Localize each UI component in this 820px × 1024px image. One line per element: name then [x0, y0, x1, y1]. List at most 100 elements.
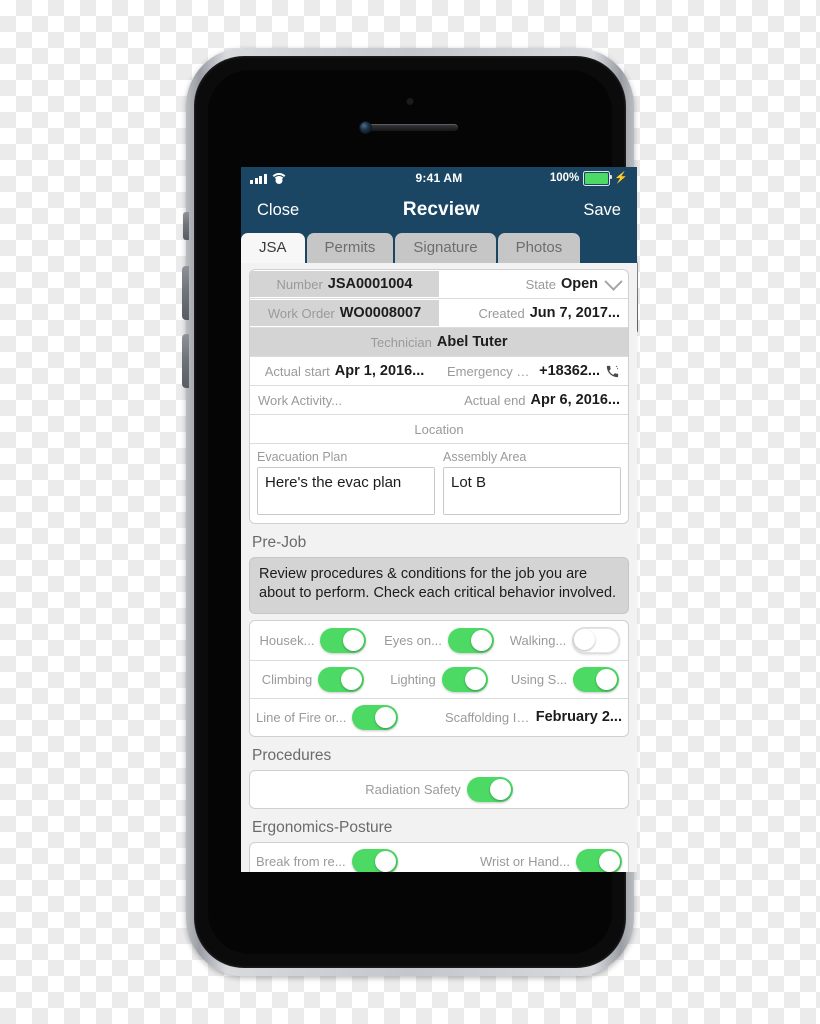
toggle-walking[interactable]: Walking... [502, 621, 628, 660]
save-button[interactable]: Save [583, 201, 621, 220]
assembly-area-input[interactable]: Lot B [443, 467, 621, 515]
table-row: Housek... Eyes on... Walking... [250, 621, 628, 661]
field-actual-end[interactable]: Actual end Apr 6, 2016... [439, 387, 628, 413]
row-evacuation-assembly: Evacuation Plan Here's the evac plan Ass… [250, 444, 628, 523]
field-assembly-area-label: Assembly Area [443, 450, 527, 464]
phone-screen: 9:41 AM 100% ⚡ Close Recview Save JSA Pe… [241, 167, 637, 872]
toggle-eyes-on-label: Eyes on... [384, 632, 442, 648]
field-created-label: Created [478, 305, 525, 321]
phone-device-frame: 9:41 AM 100% ⚡ Close Recview Save JSA Pe… [182, 48, 638, 976]
toggle-housekeeping-label: Housek... [259, 632, 315, 648]
row-start-emergency: Actual start Apr 1, 2016... Emergency P.… [250, 357, 628, 386]
tab-permits[interactable]: Permits [306, 233, 394, 263]
field-emergency-phone-value: +18362... [539, 363, 600, 379]
toggle-eyes-on-switch[interactable] [447, 627, 494, 653]
toggle-line-of-fire[interactable]: Line of Fire or... [250, 699, 439, 736]
table-row: Break from re... Wrist or Hand... [250, 843, 628, 872]
toggle-lighting[interactable]: Lighting [376, 661, 502, 698]
evacuation-plan-input[interactable]: Here's the evac plan [257, 467, 435, 515]
toggle-housekeeping[interactable]: Housek... [250, 622, 376, 659]
toggle-radiation-safety-label: Radiation Safety [365, 781, 461, 797]
toggle-housekeeping-switch[interactable] [320, 627, 367, 653]
tab-photos[interactable]: Photos [497, 233, 581, 263]
row-technician[interactable]: Technician Abel Tuter [250, 328, 628, 357]
field-assembly-area: Assembly Area Lot B [443, 450, 621, 515]
toggle-radiation-safety-switch[interactable] [466, 776, 513, 802]
table-row: Climbing Lighting Using S... [250, 661, 628, 699]
phone-call-icon[interactable] [605, 364, 620, 379]
field-scaffolding-inspection[interactable]: Scaffolding In... February 2... [439, 703, 628, 731]
section-title-prejob: Pre-Job [252, 534, 307, 551]
field-actual-start[interactable]: Actual start Apr 1, 2016... [250, 358, 439, 384]
field-emergency-phone[interactable]: Emergency P... +18362... [439, 358, 628, 384]
front-camera-icon [360, 122, 371, 133]
tab-jsa[interactable]: JSA [241, 233, 305, 263]
toggle-line-of-fire-switch[interactable] [352, 704, 399, 730]
toggle-lighting-switch[interactable] [441, 666, 488, 692]
field-technician[interactable]: Technician Abel Tuter [250, 329, 628, 355]
volume-up-button[interactable] [182, 266, 189, 320]
toggle-wrist-or-hand-switch[interactable] [576, 848, 622, 872]
field-work-activity[interactable]: Work Activity... [250, 388, 439, 413]
field-technician-value: Abel Tuter [436, 334, 508, 350]
field-work-order[interactable]: Work Order WO0008007 [250, 300, 439, 326]
proximity-sensor-icon [406, 98, 414, 105]
procedures-card: Radiation Safety [249, 769, 629, 809]
row-location[interactable]: Location [250, 415, 628, 444]
field-actual-end-label: Actual end [464, 392, 526, 408]
row-number-state: Number JSA0001004 State Open [250, 270, 628, 299]
toggle-break-from-repetition[interactable]: Break from re... [250, 843, 439, 872]
field-number-label: Number [276, 276, 323, 292]
navigation-bar: Close Recview Save [241, 189, 637, 231]
close-button[interactable]: Close [257, 201, 299, 220]
field-state-value: Open [560, 276, 598, 292]
toggle-climbing-switch[interactable] [318, 666, 365, 692]
field-number[interactable]: Number JSA0001004 [250, 271, 439, 297]
toggle-radiation-safety[interactable]: Radiation Safety [250, 771, 628, 808]
field-evacuation-plan: Evacuation Plan Here's the evac plan [257, 450, 435, 515]
field-actual-start-label: Actual start [264, 363, 330, 379]
toggle-break-from-repetition-label: Break from re... [256, 853, 346, 869]
toggle-eyes-on[interactable]: Eyes on... [376, 622, 502, 659]
field-scaffolding-inspection-value: February 2... [535, 709, 622, 726]
tab-signature[interactable]: Signature [395, 233, 496, 263]
field-actual-start-value: Apr 1, 2016... [334, 363, 425, 379]
field-scaffolding-inspection-label: Scaffolding In... [445, 709, 530, 725]
field-state[interactable]: State Open [439, 271, 628, 297]
field-location-label: Location [414, 421, 464, 437]
toggle-using-s-label: Using S... [510, 671, 568, 687]
field-work-order-value: WO0008007 [339, 305, 422, 321]
status-bar-clock: 9:41 AM [415, 171, 463, 185]
field-location[interactable]: Location [250, 417, 628, 442]
field-emergency-phone-label: Emergency P... [447, 363, 535, 379]
form-body: Number JSA0001004 State Open Work Order … [241, 263, 637, 872]
earpiece-speaker-icon [362, 124, 458, 131]
toggle-using-s[interactable]: Using S... [502, 661, 628, 698]
toggle-wrist-or-hand-label: Wrist or Hand... [479, 853, 570, 869]
toggle-using-s-switch[interactable] [573, 666, 620, 692]
table-row: Radiation Safety [250, 771, 628, 808]
toggle-walking-switch[interactable] [572, 626, 621, 654]
toggle-break-from-repetition-switch[interactable] [351, 848, 398, 872]
section-title-procedures: Procedures [252, 746, 332, 764]
volume-down-button[interactable] [182, 334, 189, 388]
field-created[interactable]: Created Jun 7, 2017... [439, 300, 628, 326]
field-number-value: JSA0001004 [327, 276, 413, 292]
battery-full-icon [583, 170, 613, 186]
phone-bezel: 9:41 AM 100% ⚡ Close Recview Save JSA Pe… [194, 56, 637, 968]
mute-switch-button[interactable] [183, 212, 189, 240]
field-work-order-label: Work Order [267, 305, 335, 321]
toggle-climbing[interactable]: Climbing [250, 661, 376, 698]
page-title: Recview [402, 199, 480, 220]
row-workorder-created: Work Order WO0008007 Created Jun 7, 2017… [250, 299, 628, 328]
status-bar: 9:41 AM 100% ⚡ [241, 167, 637, 189]
ergonomics-card: Break from re... Wrist or Hand... [249, 841, 629, 872]
field-state-label: State [525, 276, 556, 292]
field-evacuation-plan-label: Evacuation Plan [257, 450, 348, 464]
field-actual-end-value: Apr 6, 2016... [530, 392, 620, 408]
chevron-down-icon[interactable] [604, 271, 623, 291]
toggle-walking-label: Walking... [509, 632, 567, 648]
toggle-wrist-or-hand[interactable]: Wrist or Hand... [439, 843, 628, 872]
field-created-value: Jun 7, 2017... [529, 305, 620, 321]
field-work-activity-label: Work Activity... [258, 392, 343, 408]
